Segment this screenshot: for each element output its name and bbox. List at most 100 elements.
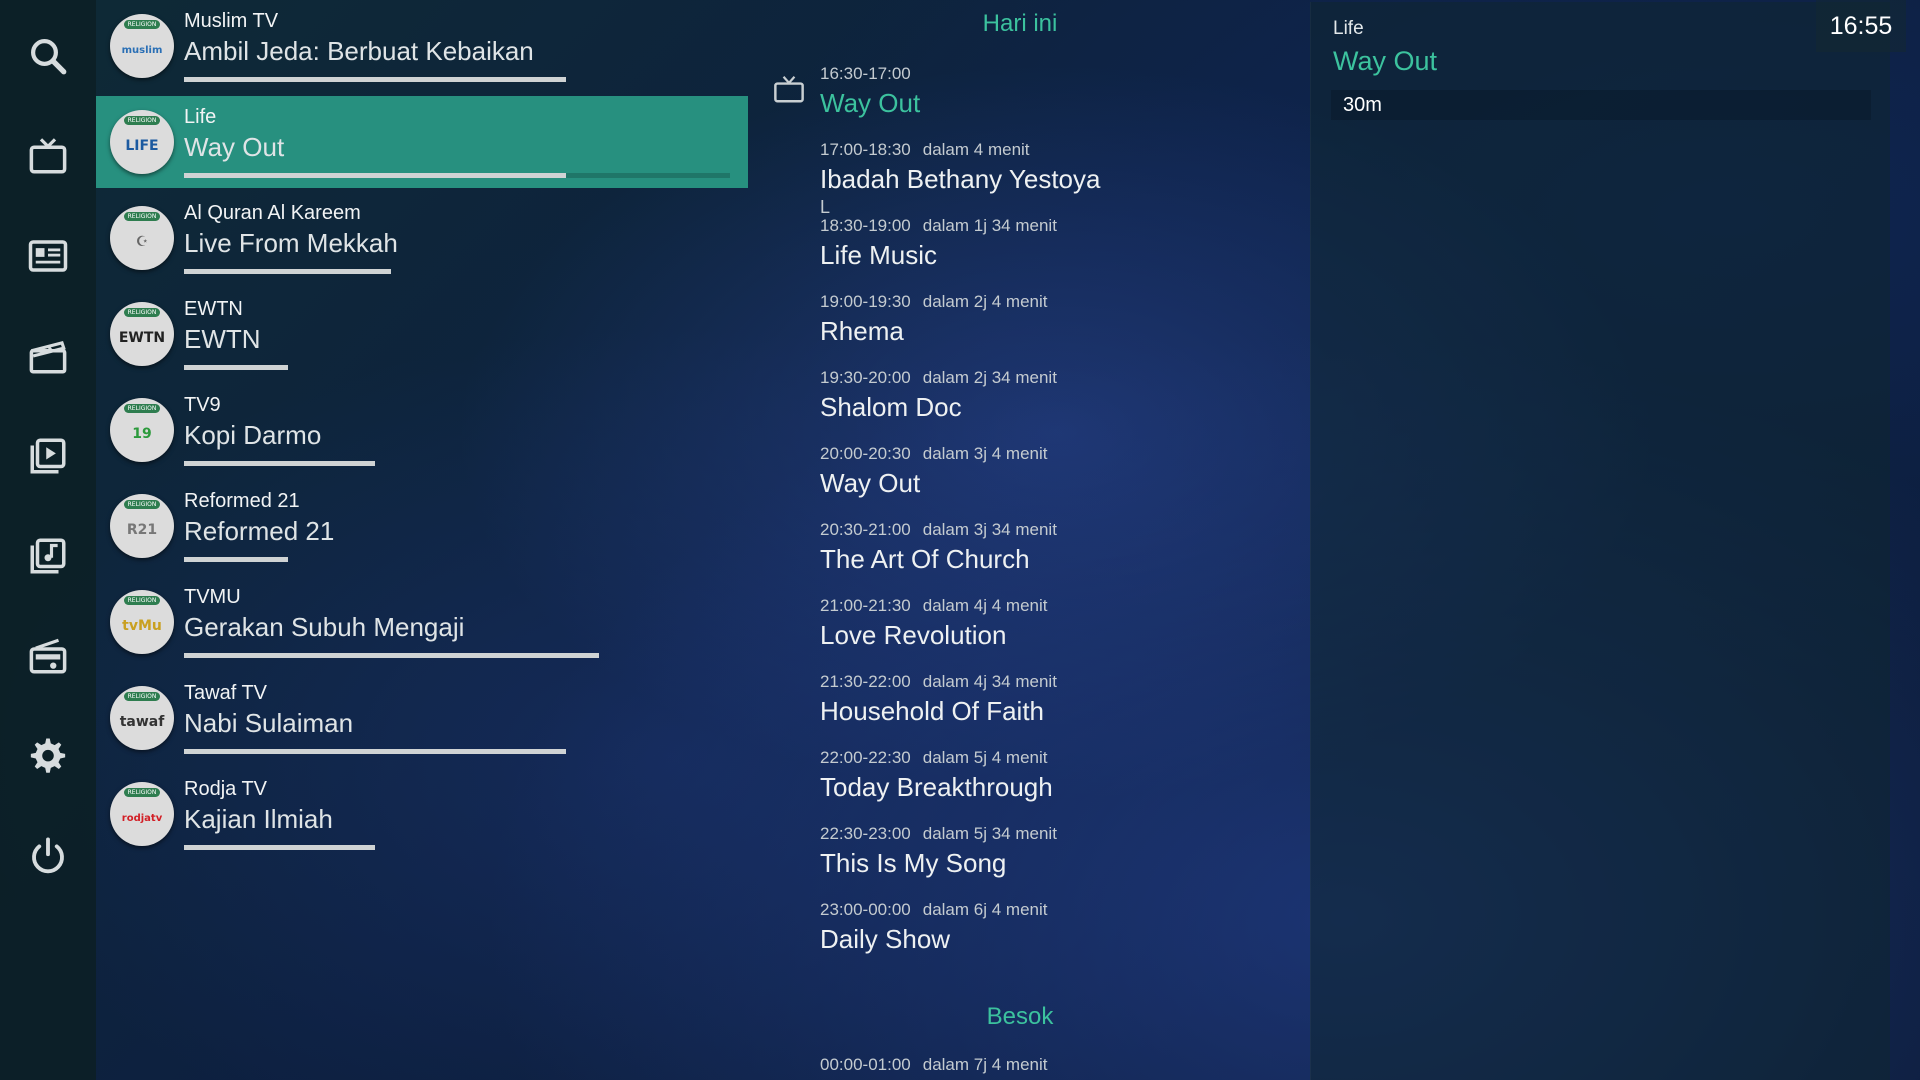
channel-name: Life xyxy=(184,106,217,128)
program-progress-bar xyxy=(184,269,730,274)
channel-name: Rodja TV xyxy=(184,778,268,800)
channel-name: EWTN xyxy=(184,298,243,320)
epg-program-item[interactable]: 19:30-20:00 dalam 2j 34 menit Shalom Doc xyxy=(820,368,1290,423)
program-progress-bar xyxy=(184,845,730,850)
epg-time: 22:00-22:30 dalam 5j 4 menit xyxy=(820,748,1290,768)
epg-program-title: The Art Of Church xyxy=(820,544,1030,574)
channel-category-tag: RELIGION xyxy=(124,596,160,605)
channel-logo: RELIGION tvMu xyxy=(110,590,174,654)
day-header-today: Hari ini xyxy=(982,10,1058,37)
epg-time-range: 21:00-21:30 xyxy=(820,596,911,615)
epg-time: 20:30-21:00 dalam 3j 34 menit xyxy=(820,520,1290,540)
epg-relative-time: dalam 6j 4 menit xyxy=(922,900,1048,919)
channel-current-program: Nabi Sulaiman xyxy=(184,708,354,738)
now-playing-tv-icon xyxy=(774,76,804,103)
channel-logo: RELIGION 19 xyxy=(110,398,174,462)
epg-program-item[interactable]: 23:00-00:00 dalam 6j 4 menit Daily Show xyxy=(820,900,1290,955)
epg-program-title: Daily Show xyxy=(820,924,951,954)
music-library-icon[interactable] xyxy=(18,526,78,586)
epg-program-item[interactable]: 20:30-21:00 dalam 3j 34 menit The Art Of C… xyxy=(820,520,1290,575)
epg-time: 21:30-22:00 dalam 4j 34 menit xyxy=(820,672,1290,692)
channel-category-tag: RELIGION xyxy=(124,20,160,29)
channel-logo: RELIGION ☪ xyxy=(110,206,174,270)
epg-relative-time: dalam 2j 34 menit xyxy=(922,368,1057,387)
epg-time-range: 22:30-23:00 xyxy=(820,824,911,843)
channel-current-program: Live From Mekkah xyxy=(184,228,398,258)
channel-logo: RELIGION tawaf xyxy=(110,686,174,750)
epg-relative-time: dalam 1j 34 menit xyxy=(922,216,1057,235)
epg-relative-time: dalam 3j 34 menit xyxy=(922,520,1057,539)
channel-logo-mark: LIFE xyxy=(125,138,159,154)
epg-program-title: Shalom Doc xyxy=(820,392,962,422)
epg-program-title: Household Of Faith xyxy=(820,696,1045,726)
program-progress-fill xyxy=(184,653,599,658)
channel-row[interactable]: RELIGION tawaf Tawaf TV Nabi Sulaiman xyxy=(96,672,748,764)
search-icon[interactable] xyxy=(18,26,78,86)
channel-row[interactable]: RELIGION rodjatv Rodja TV Kajian Ilmiah xyxy=(96,768,748,860)
epg-program-item[interactable]: 21:30-22:00 dalam 4j 34 menit Household Of… xyxy=(820,672,1290,727)
channel-row[interactable]: RELIGION 19 TV9 Kopi Darmo xyxy=(96,384,748,476)
epg-relative-time: dalam 2j 4 menit xyxy=(922,292,1048,311)
program-progress-bar xyxy=(184,173,730,178)
epg-program-item[interactable]: 18:30-19:00 dalam 1j 34 menit Life Music xyxy=(820,216,1290,271)
detail-program-title: Way Out xyxy=(1333,46,1438,76)
channel-current-program: Reformed 21 xyxy=(184,516,335,546)
epg-time-range: 00:00-01:00 xyxy=(820,1055,911,1074)
epg-program-item[interactable]: 16:30-17:00 Way Out xyxy=(820,64,1290,119)
epg-time: 22:30-23:00 dalam 5j 34 menit xyxy=(820,824,1290,844)
epg-program-item[interactable]: 19:00-19:30 dalam 2j 4 menit Rhema xyxy=(820,292,1290,347)
program-progress-bar xyxy=(184,365,730,370)
playlist-icon[interactable] xyxy=(18,426,78,486)
epg-time: 19:30-20:00 dalam 2j 34 menit xyxy=(820,368,1290,388)
radio-icon[interactable] xyxy=(18,626,78,686)
epg-program-item[interactable]: 20:00-20:30 dalam 3j 4 menit Way Out xyxy=(820,444,1290,499)
channel-logo: RELIGION R21 xyxy=(110,494,174,558)
program-progress-fill xyxy=(184,461,376,466)
epg-program-item[interactable]: 22:30-23:00 dalam 5j 34 menit This Is My S… xyxy=(820,824,1290,879)
epg-time-range: 19:30-20:00 xyxy=(820,368,911,387)
channel-current-program: EWTN xyxy=(184,324,261,354)
epg-relative-time: dalam 5j 4 menit xyxy=(922,748,1048,767)
guide-icon[interactable] xyxy=(18,226,78,286)
epg-time-range: 23:00-00:00 xyxy=(820,900,911,919)
channel-name: TVMU xyxy=(184,586,241,608)
epg-time-range: 17:00-18:30 xyxy=(820,140,911,159)
channel-row[interactable]: RELIGION EWTN EWTN EWTN xyxy=(96,288,748,380)
channel-current-program: Ambil Jeda: Berbuat Kebaikan xyxy=(184,36,534,66)
program-progress-bar xyxy=(184,557,730,562)
tv-icon[interactable] xyxy=(18,126,78,186)
channel-row[interactable]: RELIGION ☪ Al Quran Al Kareem Live From Mek… xyxy=(96,192,748,284)
epg-program-item[interactable]: 00:00-01:00 dalam 7j 4 menit xyxy=(820,1055,1290,1075)
channel-row[interactable]: RELIGION muslim Muslim TV Ambil Jeda: Berbu… xyxy=(96,0,748,92)
epg-relative-time: dalam 5j 34 menit xyxy=(922,824,1057,843)
epg-time-range: 20:00-20:30 xyxy=(820,444,911,463)
program-progress-bar xyxy=(184,749,730,754)
channel-current-program: Way Out xyxy=(184,132,285,162)
epg-program-item[interactable]: 21:00-21:30 dalam 4j 4 menit Love Revoluti… xyxy=(820,596,1290,651)
program-progress-fill xyxy=(184,365,288,370)
epg-relative-time: dalam 7j 4 menit xyxy=(922,1055,1048,1074)
epg-program-item[interactable]: 17:00-18:30 dalam 4 menit Ibadah Bethany Y… xyxy=(820,140,1290,218)
channel-name: Reformed 21 xyxy=(184,490,300,512)
movie-icon[interactable] xyxy=(18,326,78,386)
channel-logo-mark: R21 xyxy=(126,522,158,538)
epg-program-item[interactable]: 22:00-22:30 dalam 5j 4 menit Today Breakth… xyxy=(820,748,1290,803)
channel-logo-mark: 19 xyxy=(132,426,152,442)
settings-icon[interactable] xyxy=(18,726,78,786)
epg-program-title: Way Out xyxy=(820,88,921,118)
channel-row[interactable]: RELIGION R21 Reformed 21 Reformed 21 xyxy=(96,480,748,572)
epg-program-title: Rhema xyxy=(820,316,904,346)
channel-category-tag: RELIGION xyxy=(124,404,160,413)
epg-time: 23:00-00:00 dalam 6j 4 menit xyxy=(820,900,1290,920)
channel-category-tag: RELIGION xyxy=(124,212,160,221)
channel-row[interactable]: RELIGION LIFE Life Way Out xyxy=(96,96,748,188)
epg-time: 00:00-01:00 dalam 7j 4 menit xyxy=(820,1055,1290,1075)
channel-row[interactable]: RELIGION tvMu TVMU Gerakan Subuh Mengaji xyxy=(96,576,748,668)
channel-category-tag: RELIGION xyxy=(124,116,160,125)
epg-relative-time: dalam 4 menit xyxy=(922,140,1030,159)
day-header-tomorrow: Besok xyxy=(986,1003,1054,1030)
epg-program-title: Way Out xyxy=(820,468,921,498)
power-icon[interactable] xyxy=(18,826,78,886)
channel-current-program: Kajian Ilmiah xyxy=(184,804,333,834)
clock: 16:55 xyxy=(1816,0,1906,52)
